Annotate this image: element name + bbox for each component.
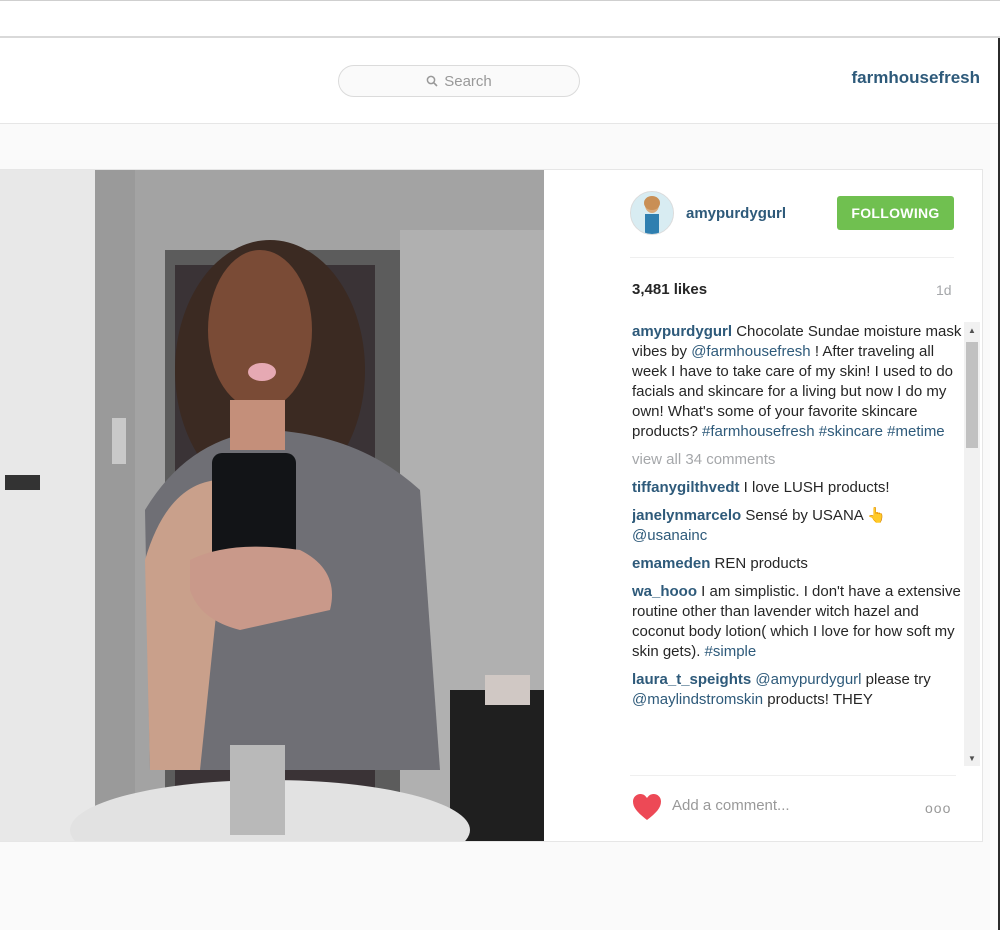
comment-text: REN products [710,555,808,572]
view-all-comments-link[interactable]: view all 34 comments [632,450,962,470]
scroll-thumb[interactable] [966,342,978,448]
comment-item: tiffanygilthvedt I love LUSH products! [632,478,962,498]
add-comment-bar: ooo [630,775,956,831]
like-count[interactable]: 3,481 likes [632,281,707,298]
comment-username[interactable]: laura_t_speights [632,671,751,688]
search-icon [426,75,438,87]
comment-text: I love LUSH products! [739,479,890,496]
comment-text: please try [861,671,931,688]
comment-item: janelynmarcelo Sensé by USANA 👆 @usanain… [632,506,962,546]
more-options-icon[interactable]: ooo [925,800,951,816]
caption-hashtags[interactable]: #farmhousefresh #skincare #metime [702,423,945,440]
following-button[interactable]: FOLLOWING [837,196,954,230]
heart-icon[interactable] [632,793,662,821]
comment-username[interactable]: emameden [632,555,710,572]
browser-chrome-top [0,0,1000,39]
comment-mention[interactable]: @usanainc [632,527,707,544]
comment-item: wa_hooo I am simplistic. I don't have a … [632,582,962,662]
comment-mention[interactable]: @maylindstromskin [632,691,763,708]
add-comment-input[interactable] [672,790,912,820]
post-age[interactable]: 1d [936,282,952,298]
top-header: Search farmhousefresh [0,38,998,124]
caption-username[interactable]: amypurdygurl [632,323,732,340]
post-photo[interactable] [0,170,544,841]
avatar-image [631,192,673,234]
comment-username[interactable]: tiffanygilthvedt [632,479,740,496]
post-sidebar: amypurdygurl FOLLOWING 3,481 likes 1d am… [544,170,982,841]
comment-item: laura_t_speights @amypurdygurl please tr… [632,670,962,710]
avatar[interactable] [630,191,674,235]
caption: amypurdygurl Chocolate Sundae moisture m… [632,322,962,442]
post-header: amypurdygurl FOLLOWING [630,191,954,258]
comment-text-cont: products! THEY [763,691,873,708]
comment-mention[interactable]: @amypurdygurl [755,671,861,688]
caption-mention[interactable]: @farmhousefresh [691,343,810,360]
scroll-down-icon[interactable]: ▼ [964,750,980,766]
profile-link[interactable]: farmhousefresh [852,68,980,88]
comment-text: Sensé by USANA 👆 [741,507,886,524]
post-card: amypurdygurl FOLLOWING 3,481 likes 1d am… [0,169,983,842]
search-input[interactable]: Search [338,65,580,97]
comment-list: amypurdygurl Chocolate Sundae moisture m… [632,322,962,766]
post-owner-username[interactable]: amypurdygurl [686,205,786,222]
selfie-image [0,170,544,841]
comment-username[interactable]: janelynmarcelo [632,507,741,524]
comment-username[interactable]: wa_hooo [632,583,697,600]
comments-scrollbar[interactable]: ▲ ▼ [964,322,980,766]
scroll-up-icon[interactable]: ▲ [964,322,980,338]
comment-hashtag[interactable]: #simple [705,643,757,660]
search-placeholder: Search [444,72,492,90]
comment-item: emameden REN products [632,554,962,574]
